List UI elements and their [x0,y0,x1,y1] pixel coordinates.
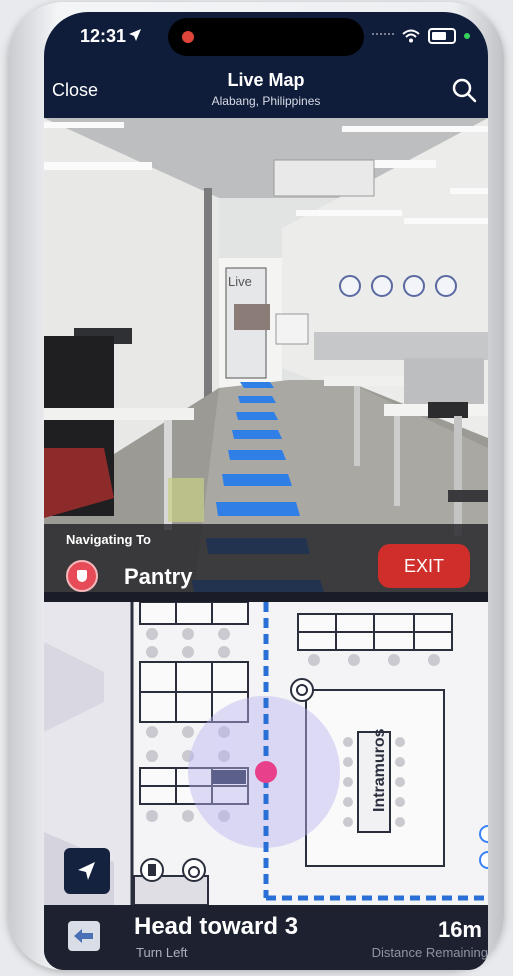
accessibility-icon[interactable] [182,858,206,882]
room-label: Intramuros [371,728,388,812]
camera-view: Live [44,118,488,592]
floor-plan: Intramuros [44,602,488,905]
pantry-icon [66,560,98,592]
instruction-subtext: Turn Left [136,945,188,960]
wifi-icon [402,29,420,43]
phone-frame: 12:31 Close Live Map Alabang, Philippine… [8,2,504,970]
instruction-text: Head toward 3 [134,913,299,940]
battery-icon [428,28,456,44]
search-icon[interactable] [450,76,478,104]
navigation-panel: Navigating To Pantry EXIT [44,524,488,602]
destination-name: Pantry [124,564,193,589]
distance-value: 16m [437,917,482,942]
current-position [255,761,277,783]
sign-text: Live [228,274,252,289]
navigating-to-label: Navigating To [66,532,151,547]
privacy-indicator [464,33,470,39]
status-time: 12:31 [80,26,127,46]
turn-left-icon [68,921,100,951]
app-screen: 12:31 Close Live Map Alabang, Philippine… [44,12,488,970]
status-bar: 12:31 [44,12,488,62]
poi-icon[interactable] [290,678,314,702]
instruction-bar: Head toward 3 Turn Left 16m Distance Rem… [44,905,488,970]
navigate-icon[interactable] [64,848,110,894]
recording-dot [182,31,194,43]
restroom-icon[interactable] [140,858,164,882]
exit-button[interactable]: EXIT [378,544,470,588]
page-title: Live Map [227,70,305,90]
floor-map[interactable]: Intramuros [44,602,488,905]
signal-dots [372,33,394,39]
status-indicators [372,28,470,44]
app-header: Close Live Map Alabang, Philippines [44,62,488,118]
page-subtitle: Alabang, Philippines [211,94,321,108]
location-arrow-icon [129,29,141,41]
distance-label: Distance Remaining [371,945,488,960]
office-scene: Live [44,118,488,592]
dynamic-island [168,18,364,56]
